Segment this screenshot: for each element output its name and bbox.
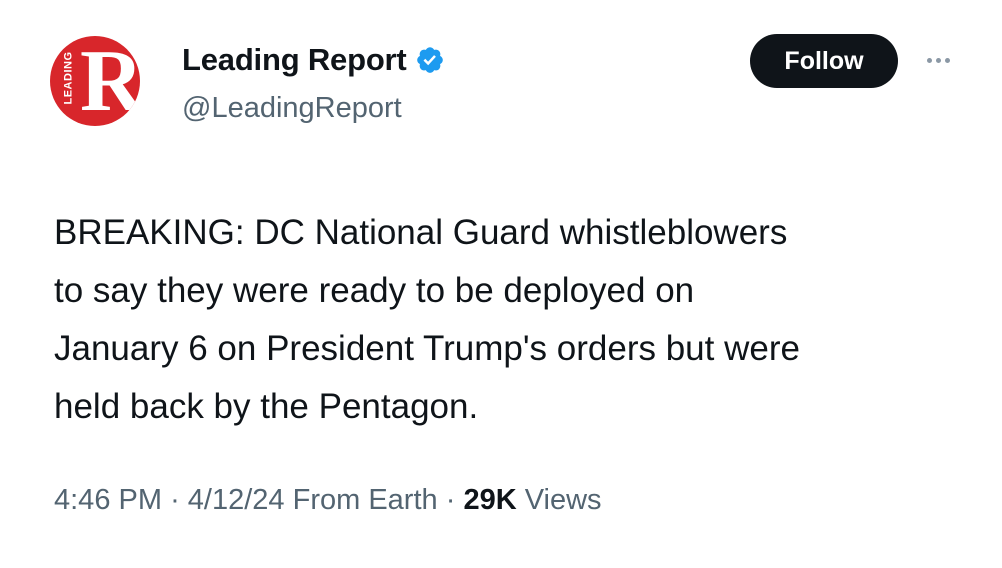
avatar[interactable]: LEADING R [50,36,140,126]
verified-badge-icon [416,47,443,73]
more-dot [926,57,932,63]
tweet-time[interactable]: 4:46 PM [54,484,162,517]
tweet-source: From Earth [292,484,438,516]
follow-button[interactable]: Follow [750,34,898,88]
more-dot [935,57,941,63]
more-dot [944,57,950,63]
display-name[interactable]: Leading Report [182,42,407,78]
avatar-letter: R [80,36,140,126]
meta-separator: · [445,484,456,516]
views-count: 29K [463,484,517,516]
avatar-side-text: LEADING [62,51,75,105]
more-options-icon[interactable] [918,48,958,72]
tweet-meta: 4:46 PM · 4/12/24 From Earth · 29K Views [54,484,602,517]
author-handle[interactable]: @LeadingReport [182,92,402,125]
author-name-row: Leading Report [182,42,445,78]
tweet-text: BREAKING: DC National Guard whistleblowe… [54,213,800,426]
views-label: Views [524,484,602,516]
meta-separator: · [170,484,180,516]
tweet-date[interactable]: 4/12/24 [188,484,285,517]
